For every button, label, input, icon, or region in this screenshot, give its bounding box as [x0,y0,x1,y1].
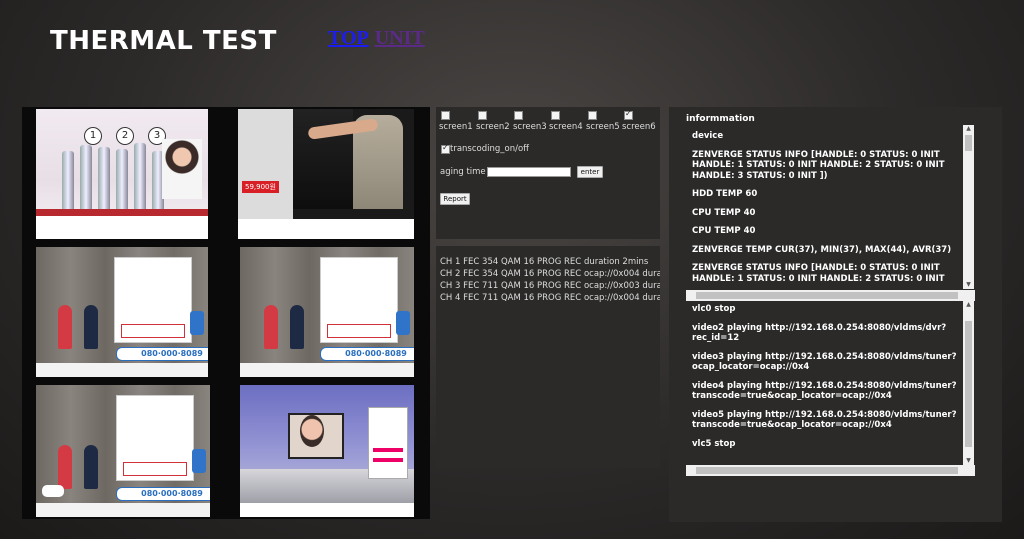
device-log-hscrollbar[interactable] [686,290,975,301]
top-nav: TOP UNIT [328,27,431,50]
video-thumbnail-5[interactable]: 080·000·8089 [36,385,210,517]
log-line: video3 playing http://192.168.0.254:8080… [692,351,957,373]
scroll-up-icon[interactable]: ▲ [964,125,973,133]
device-log[interactable]: device ZENVERGE STATUS INFO [HANDLE: 0 S… [686,127,976,307]
log-line: HDD TEMP 60 [692,189,758,199]
video-thumbnail-1[interactable]: 1 2 3 [36,109,208,239]
video-thumbnail-4[interactable]: 080·000·8089 [240,247,414,377]
screen2-label: screen2 [476,122,510,132]
channel-row: CH 4 FEC 711 QAM 16 PROG REC ocap://0x00… [440,293,660,303]
video-thumbnail-3[interactable]: 080·000·8089 [36,247,208,377]
phone-number: 080·000·8089 [116,487,210,501]
promo-banner [116,395,194,481]
report-button[interactable]: Report [440,193,470,205]
screen3-label: screen3 [513,122,547,132]
channel-status-panel: CH 1 FEC 354 QAM 16 PROG REC duration 2m… [436,246,660,468]
phone-number: 080·000·8089 [116,347,208,361]
promo-banner [114,257,192,343]
device-log-vscrollbar[interactable]: ▲ ▼ [963,125,974,289]
transcoding-label: transcoding_on/off [450,144,530,154]
nav-link-top[interactable]: TOP [328,27,369,49]
log-line: video5 playing http://192.168.0.254:8080… [692,409,957,431]
promo-banner [320,257,398,343]
phone-number: 080·000·8089 [320,347,414,361]
aging-time-label: aging time [440,167,486,177]
channel-row: CH 2 FEC 354 QAM 16 PROG REC ocap://0x00… [440,269,660,279]
video-grid: 1 2 3 59,900원 080·000·8089 080·000·8089 … [22,107,430,519]
aging-time-input[interactable] [487,167,571,177]
log-line: CPU TEMP 40 [692,226,756,236]
nav-link-unit[interactable]: UNIT [375,27,425,49]
log-line: device [692,131,724,141]
screen2-checkbox[interactable] [478,111,487,120]
scroll-down-icon[interactable]: ▼ [964,281,973,289]
log-line: ZENVERGE STATUS INFO [HANDLE: 0 STATUS: … [692,263,945,284]
presenter-image [162,139,202,199]
screen6-checkbox[interactable] [624,109,633,120]
log-line: ZENVERGE TEMP CUR(37), MIN(37), MAX(44),… [692,244,952,255]
log-line: vlc0 stop [692,304,736,314]
number-badge: 2 [116,127,134,145]
price-tag: 59,900원 [242,181,279,193]
log-line: video2 playing http://192.168.0.254:8080… [692,322,947,344]
player-log-hscrollbar[interactable] [686,465,975,476]
information-title: informmation [686,114,755,124]
scroll-up-icon[interactable]: ▲ [964,301,973,309]
player-log[interactable]: vlc0 stop video2 playing http://192.168.… [686,301,976,477]
screen5-checkbox[interactable] [588,111,597,120]
video-thumbnail-2[interactable]: 59,900원 [238,109,414,239]
screen1-label: screen1 [439,122,473,132]
channel-row: CH 1 FEC 354 QAM 16 PROG REC duration 2m… [440,257,649,267]
screen5-label: screen5 [586,122,620,132]
screen1-checkbox[interactable] [441,111,450,120]
video-thumbnail-6[interactable] [240,385,414,517]
enter-button[interactable]: enter [577,166,603,178]
page-title: THERMAL TEST [50,26,277,56]
screen3-checkbox[interactable] [514,111,523,120]
log-line: video4 playing http://192.168.0.254:8080… [692,380,957,402]
transcoding-checkbox[interactable] [441,143,450,154]
log-line: vlc5 stop [692,438,736,449]
information-panel: informmation device ZENVERGE STATUS INFO… [669,107,1002,522]
number-badge: 1 [84,127,102,145]
control-panel: screen1 screen2 screen3 screen4 screen5 … [436,107,660,239]
log-line: ZENVERGE STATUS INFO [HANDLE: 0 STATUS: … [692,149,945,181]
channel-row: CH 3 FEC 711 QAM 16 PROG REC ocap://0x00… [440,281,660,291]
player-log-vscrollbar[interactable]: ▲ ▼ [963,301,974,465]
screen4-checkbox[interactable] [551,111,560,120]
screen6-label: screen6 [622,122,656,132]
log-line: CPU TEMP 40 [692,207,756,218]
scroll-down-icon[interactable]: ▼ [964,457,973,465]
screen4-label: screen4 [549,122,583,132]
